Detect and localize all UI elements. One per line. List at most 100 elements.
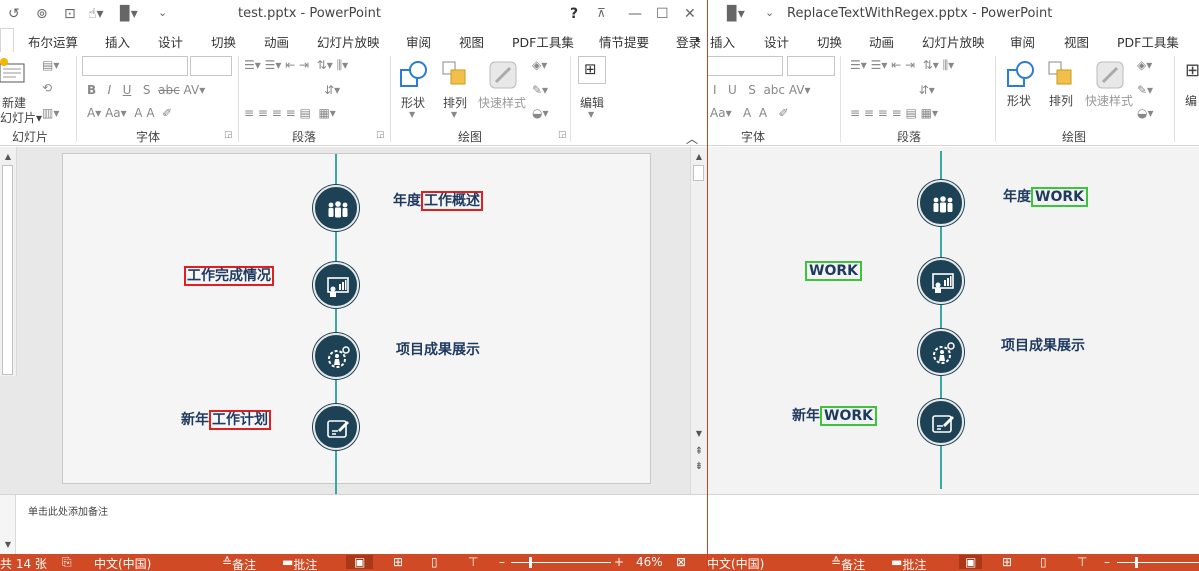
quick-style-icon[interactable] xyxy=(488,60,518,90)
customize-qat-icon[interactable]: ⌄ xyxy=(158,6,167,19)
new-slide-icon[interactable] xyxy=(0,56,28,86)
shape-button[interactable]: 形状 xyxy=(401,94,425,111)
tab-view[interactable]: 视图 xyxy=(1064,32,1089,51)
minimize-button[interactable]: — xyxy=(628,6,642,22)
shape-icon[interactable] xyxy=(1005,60,1035,90)
tab-insert[interactable]: 插入 xyxy=(710,32,735,51)
notes-button[interactable]: ≙ 备注 xyxy=(831,555,865,571)
tab-review[interactable]: 审阅 xyxy=(1010,32,1035,51)
font-size-combo[interactable] xyxy=(190,56,232,76)
scroll-up-icon[interactable]: ▲ xyxy=(0,149,16,164)
tab-animations[interactable]: 动画 xyxy=(869,32,894,51)
collapse-ribbon-icon[interactable]: ︿ xyxy=(686,130,698,147)
font-name-combo[interactable] xyxy=(82,56,188,76)
tab-insert[interactable]: 插入 xyxy=(105,32,130,51)
vertical-scrollbar[interactable]: ▲ ▼ ⇞ ⇟ xyxy=(690,147,707,494)
font-size-icons[interactable]: Aa▾ A A ✐ xyxy=(710,106,789,120)
fill-icon[interactable]: ◈▾ xyxy=(1137,58,1152,72)
tab-design[interactable]: 设计 xyxy=(764,32,789,51)
next-slide-icon[interactable]: ⇟ xyxy=(691,459,707,474)
zoom-slider-track[interactable] xyxy=(511,562,611,563)
normal-view-icon[interactable]: ▣ xyxy=(346,555,374,569)
arrange-button[interactable]: 排列 xyxy=(1049,92,1073,109)
zoom-slider-thumb[interactable] xyxy=(1135,557,1138,568)
language-indicator[interactable]: 中文(中国) xyxy=(94,555,151,571)
quick-style-button[interactable]: 快速样式 xyxy=(1085,92,1133,109)
find-icon[interactable]: ⊞ xyxy=(578,56,606,84)
language-indicator[interactable]: 中文(中国) xyxy=(707,555,764,571)
maximize-button[interactable]: ☐ xyxy=(656,6,669,22)
tab-pdf-tools[interactable]: PDF工具集 xyxy=(1117,32,1179,51)
shape-button[interactable]: 形状 xyxy=(1007,92,1031,109)
help-button[interactable]: ? xyxy=(570,6,578,22)
reading-view-icon[interactable]: ▯ xyxy=(431,555,438,569)
scroll-right-icon[interactable]: ▸ xyxy=(696,35,701,45)
align-icons[interactable]: ≡ ≡ ≡ ≡ ▤ ▦▾ xyxy=(850,106,938,120)
redo-icon[interactable]: ↺ xyxy=(8,6,20,22)
notes-pane[interactable] xyxy=(707,494,1199,554)
outline-icon[interactable]: ✎▾ xyxy=(1137,83,1153,97)
reading-view-icon[interactable]: ▯ xyxy=(1040,555,1047,569)
scroll-thumb[interactable] xyxy=(693,165,704,181)
layout-dropdown-icon[interactable]: ▤▾ xyxy=(42,58,59,72)
tab-view[interactable]: 视图 xyxy=(459,32,484,51)
tab-transitions[interactable]: 切换 xyxy=(211,32,236,51)
edit-button[interactable]: 编 xyxy=(1185,92,1197,109)
edit-button[interactable]: 编辑 xyxy=(580,94,604,111)
direction-icons[interactable]: ⇵▾ xyxy=(850,83,935,97)
tab-design[interactable]: 设计 xyxy=(158,32,183,51)
tab-storyboard[interactable]: 情节提要 xyxy=(599,32,649,51)
tab-slideshow[interactable]: 幻灯片放映 xyxy=(317,32,380,51)
quick-style-icon[interactable] xyxy=(1095,60,1125,90)
fit-to-window-icon[interactable]: ⊠ xyxy=(676,555,686,569)
notes-button[interactable]: ≙ 备注 xyxy=(222,555,256,571)
paragraph-dialog-launcher[interactable]: ◲ xyxy=(376,130,385,140)
preview-icon[interactable]: ⊡ xyxy=(64,6,76,22)
ribbon-display-options-icon[interactable]: ⊼ xyxy=(597,6,606,20)
drawing-dialog-launcher[interactable]: ◲ xyxy=(558,130,567,140)
shape-icon[interactable] xyxy=(398,60,428,90)
slide-sorter-icon[interactable]: ⊞ xyxy=(393,555,403,569)
comments-button[interactable]: ▬ 批注 xyxy=(282,555,317,571)
find-icon[interactable]: ⊞ xyxy=(1185,60,1199,81)
scroll-down-icon[interactable]: ▼ xyxy=(0,537,16,552)
slideshow-icon[interactable]: ⊤ xyxy=(1077,555,1087,569)
zoom-in-button[interactable]: + xyxy=(614,555,624,569)
tab-animations[interactable]: 动画 xyxy=(264,32,289,51)
section-icon[interactable]: ▥▾ xyxy=(42,106,59,120)
outline-icon[interactable]: ✎▾ xyxy=(532,83,548,97)
notes-placeholder[interactable]: 单击此处添加备注 xyxy=(28,503,108,518)
spell-check-icon[interactable]: ⎘ xyxy=(62,555,72,570)
slide-sorter-icon[interactable]: ⊞ xyxy=(1002,555,1012,569)
close-button[interactable]: ✕ xyxy=(684,6,696,22)
new-slide-button-line2[interactable]: 幻灯片▾ xyxy=(0,109,42,126)
zoom-slider-thumb[interactable] xyxy=(529,557,532,568)
align-icons[interactable]: ≡ ≡ ≡ ≡ ▤ ▦▾ xyxy=(244,106,336,120)
present-icon[interactable]: ⊚ xyxy=(36,6,48,22)
font-size-combo[interactable] xyxy=(787,56,835,76)
previous-slide-icon[interactable]: ⇞ xyxy=(691,444,707,459)
quick-style-button[interactable]: 快速样式 xyxy=(478,94,526,111)
font-format-icons[interactable]: I U S abc AV▾ xyxy=(713,83,811,97)
touch-mode-icon[interactable]: ☝▾ xyxy=(88,6,104,22)
font-name-combo[interactable] xyxy=(707,56,783,76)
scroll-up-icon[interactable]: ▲ xyxy=(691,149,707,164)
slide-canvas[interactable]: 年度 工作概述 工作完成情况 项目成果展示 新年 工作计划 xyxy=(62,153,651,497)
thumbnail-scrollbar[interactable]: ▲ xyxy=(0,147,17,376)
normal-view-icon[interactable]: ▣ xyxy=(959,555,983,569)
scroll-down-icon[interactable]: ▼ xyxy=(691,426,707,441)
arrange-icon[interactable] xyxy=(1047,60,1077,90)
notes-scrollbar[interactable]: ▼ xyxy=(0,495,16,554)
slideshow-icon[interactable]: ⊤ xyxy=(468,555,478,569)
zoom-slider-track[interactable] xyxy=(1117,562,1199,563)
effects-icon[interactable]: ◒▾ xyxy=(532,106,549,120)
layout-icon[interactable]: ▉▾ xyxy=(727,6,745,22)
customize-qat-icon[interactable]: ⌄ xyxy=(765,6,774,19)
tab-slideshow[interactable]: 幻灯片放映 xyxy=(922,32,985,51)
tab-boolean[interactable]: 布尔运算 xyxy=(28,32,78,51)
arrange-icon[interactable] xyxy=(441,60,471,90)
font-dialog-launcher[interactable]: ◲ xyxy=(224,130,233,140)
direction-icons[interactable]: ⇵▾ xyxy=(244,83,340,97)
arrange-button[interactable]: 排列 xyxy=(443,94,467,111)
fill-icon[interactable]: ◈▾ xyxy=(532,58,547,72)
